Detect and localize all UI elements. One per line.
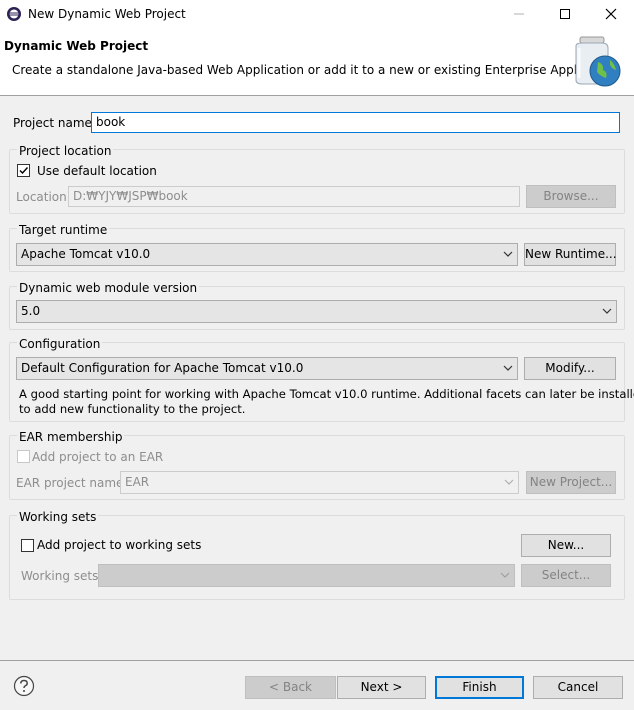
chevron-down-icon [500, 572, 510, 578]
working-sets-label: Working sets: [21, 569, 103, 583]
working-sets-group-label: Working sets [17, 510, 99, 524]
ear-project-name-label: EAR project name: [16, 476, 128, 490]
configuration-value: Default Configuration for Apache Tomcat … [21, 361, 304, 375]
wizard-header: Dynamic Web Project Create a standalone … [0, 28, 634, 96]
module-version-group-label: Dynamic web module version [17, 281, 200, 295]
use-default-location-label: Use default location [37, 164, 157, 178]
location-input[interactable]: D:₩YJY₩JSP₩book [68, 186, 520, 207]
new-working-set-button[interactable]: New... [521, 534, 611, 557]
add-to-ear-checkbox[interactable] [17, 450, 30, 463]
chevron-down-icon [504, 479, 514, 485]
browse-button[interactable]: Browse... [526, 185, 616, 208]
new-ear-project-button[interactable]: New Project... [526, 471, 616, 494]
eclipse-icon [7, 7, 21, 21]
checkmark-icon [19, 167, 29, 175]
module-version-value: 5.0 [21, 304, 41, 318]
new-runtime-button[interactable]: New Runtime... [524, 243, 617, 266]
project-name-label: Project name: [13, 116, 96, 130]
wizard-description: Create a standalone Java-based Web Appli… [12, 63, 622, 77]
add-to-working-sets-checkbox[interactable] [21, 539, 34, 552]
location-label: Location: [16, 190, 71, 204]
working-sets-group [9, 515, 625, 600]
finish-button[interactable]: Finish [435, 676, 524, 699]
configuration-description-line2: to add new functionality to the project. [19, 402, 246, 416]
cancel-button[interactable]: Cancel [533, 676, 623, 699]
project-location-group-label: Project location [17, 144, 114, 158]
configuration-group-label: Configuration [17, 337, 103, 351]
back-button[interactable]: < Back [245, 676, 336, 699]
next-button[interactable]: Next > [337, 676, 426, 699]
web-project-jar-globe-icon [575, 36, 621, 87]
maximize-button[interactable] [542, 0, 588, 28]
chevron-down-icon [503, 251, 513, 257]
modify-button[interactable]: Modify... [524, 357, 616, 380]
target-runtime-value: Apache Tomcat v10.0 [21, 247, 151, 261]
select-working-sets-button[interactable]: Select... [521, 564, 611, 587]
minimize-button[interactable] [496, 0, 542, 28]
project-name-input[interactable]: book [91, 112, 620, 133]
configuration-select[interactable]: Default Configuration for Apache Tomcat … [16, 357, 518, 380]
minimize-icon [514, 13, 524, 15]
working-sets-select[interactable] [98, 564, 515, 587]
configuration-description-line1: A good starting point for working with A… [19, 387, 634, 401]
wizard-title: Dynamic Web Project [4, 39, 149, 53]
close-button[interactable] [588, 0, 634, 28]
add-to-ear-label: Add project to an EAR [32, 450, 164, 464]
help-icon[interactable] [13, 675, 35, 697]
ear-project-name-select[interactable]: EAR [120, 471, 519, 494]
use-default-location-checkbox[interactable] [17, 164, 30, 177]
title-bar: New Dynamic Web Project [0, 0, 634, 28]
chevron-down-icon [503, 365, 513, 371]
module-version-select[interactable]: 5.0 [16, 300, 617, 323]
target-runtime-select[interactable]: Apache Tomcat v10.0 [16, 243, 518, 266]
chevron-down-icon [602, 308, 612, 314]
ear-membership-group-label: EAR membership [17, 430, 125, 444]
close-icon [605, 8, 617, 20]
ear-project-name-value: EAR [125, 475, 150, 489]
window-title: New Dynamic Web Project [28, 7, 186, 21]
maximize-icon [560, 9, 570, 19]
add-to-working-sets-label: Add project to working sets [37, 538, 202, 552]
footer-separator [0, 660, 634, 661]
target-runtime-group-label: Target runtime [17, 223, 110, 237]
